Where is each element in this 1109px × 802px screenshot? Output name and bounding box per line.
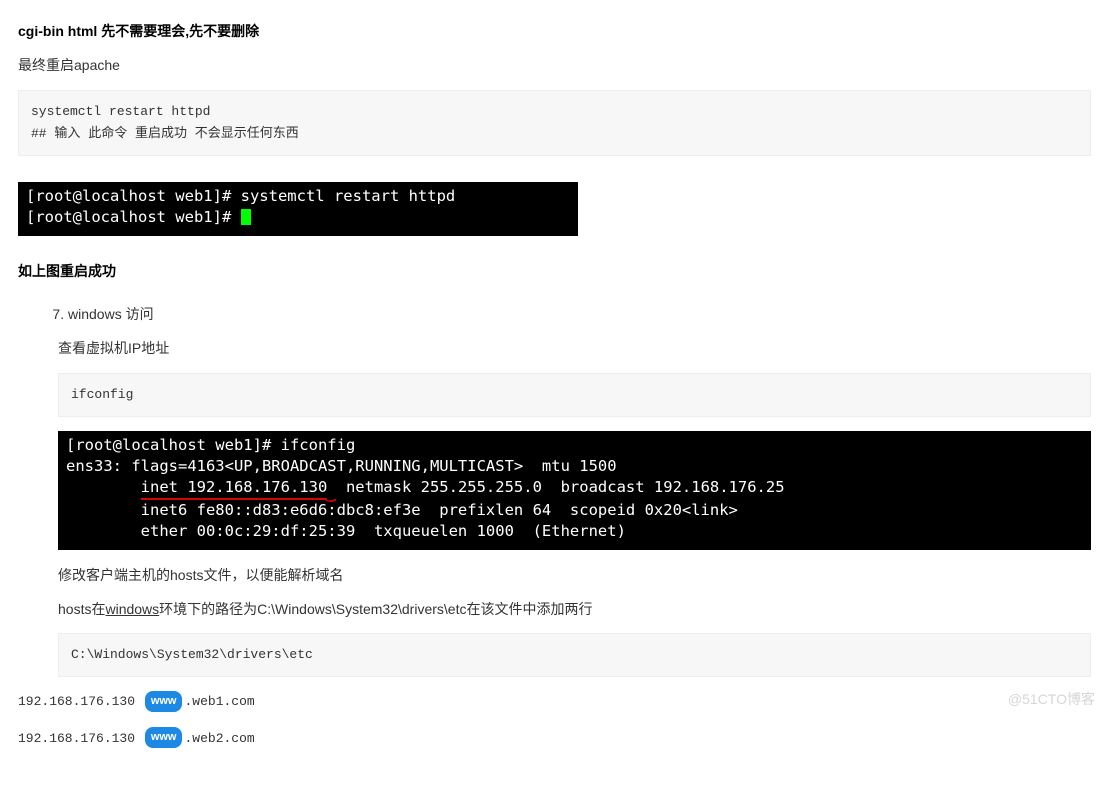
text-restart-apache: 最终重启apache <box>18 54 1091 78</box>
terminal-line: [root@localhost web1]# ifconfig <box>66 436 355 454</box>
hosts-entry-2: 192.168.176.130 www.web2.com <box>18 726 1091 750</box>
code-block-hosts-path: C:\Windows\System32\drivers\etc <box>58 633 1091 677</box>
text-hosts-path: hosts在windows环境下的路径为C:\Windows\System32\… <box>58 598 1091 622</box>
code-block-ifconfig: ifconfig <box>58 373 1091 417</box>
terminal-ifconfig: [root@localhost web1]# ifconfig ens33: f… <box>58 431 1091 550</box>
text-ip-lookup: 查看虚拟机IP地址 <box>58 337 1091 361</box>
terminal-line: inet6 fe80::d83:e6d6:dbc8:ef3e prefixlen… <box>66 501 738 519</box>
terminal-line <box>66 478 141 496</box>
host-domain: .web2.com <box>184 731 254 746</box>
heading-cgi: cgi-bin html 先不需要理会,先不要删除 <box>18 20 1091 44</box>
ordered-list: windows 访问 <box>18 303 1091 327</box>
heading-success: 如上图重启成功 <box>18 260 1091 284</box>
host-domain: .web1.com <box>184 694 254 709</box>
terminal-restart: [root@localhost web1]# systemctl restart… <box>18 182 578 236</box>
watermark: @51CTO博客 <box>1008 688 1095 712</box>
host-ip: 192.168.176.130 <box>18 694 135 709</box>
cursor-icon <box>241 209 251 225</box>
code-block-restart: systemctl restart httpd ## 输入 此命令 重启成功 不… <box>18 90 1091 156</box>
hosts-entry-1: 192.168.176.130 www.web1.com <box>18 689 1091 713</box>
text-windows-underlined: windows <box>105 601 159 617</box>
www-badge: www <box>145 727 183 748</box>
terminal-line: ens33: flags=4163<UP,BROADCAST,RUNNING,M… <box>66 457 617 475</box>
terminal-line: [root@localhost web1]# systemctl restart… <box>26 187 455 205</box>
list-item-windows: windows 访问 <box>68 303 1091 327</box>
terminal-inet-highlight: inet 192.168.176.130 <box>141 477 328 500</box>
host-ip: 192.168.176.130 <box>18 731 135 746</box>
text-hosts-desc: 修改客户端主机的hosts文件，以便能解析域名 <box>58 564 1091 588</box>
terminal-line: [root@localhost web1]# <box>26 208 241 226</box>
www-badge: www <box>145 691 183 712</box>
terminal-line: ether 00:0c:29:df:25:39 txqueuelen 1000 … <box>66 522 626 540</box>
terminal-line: netmask 255.255.255.0 broadcast 192.168.… <box>327 478 784 496</box>
